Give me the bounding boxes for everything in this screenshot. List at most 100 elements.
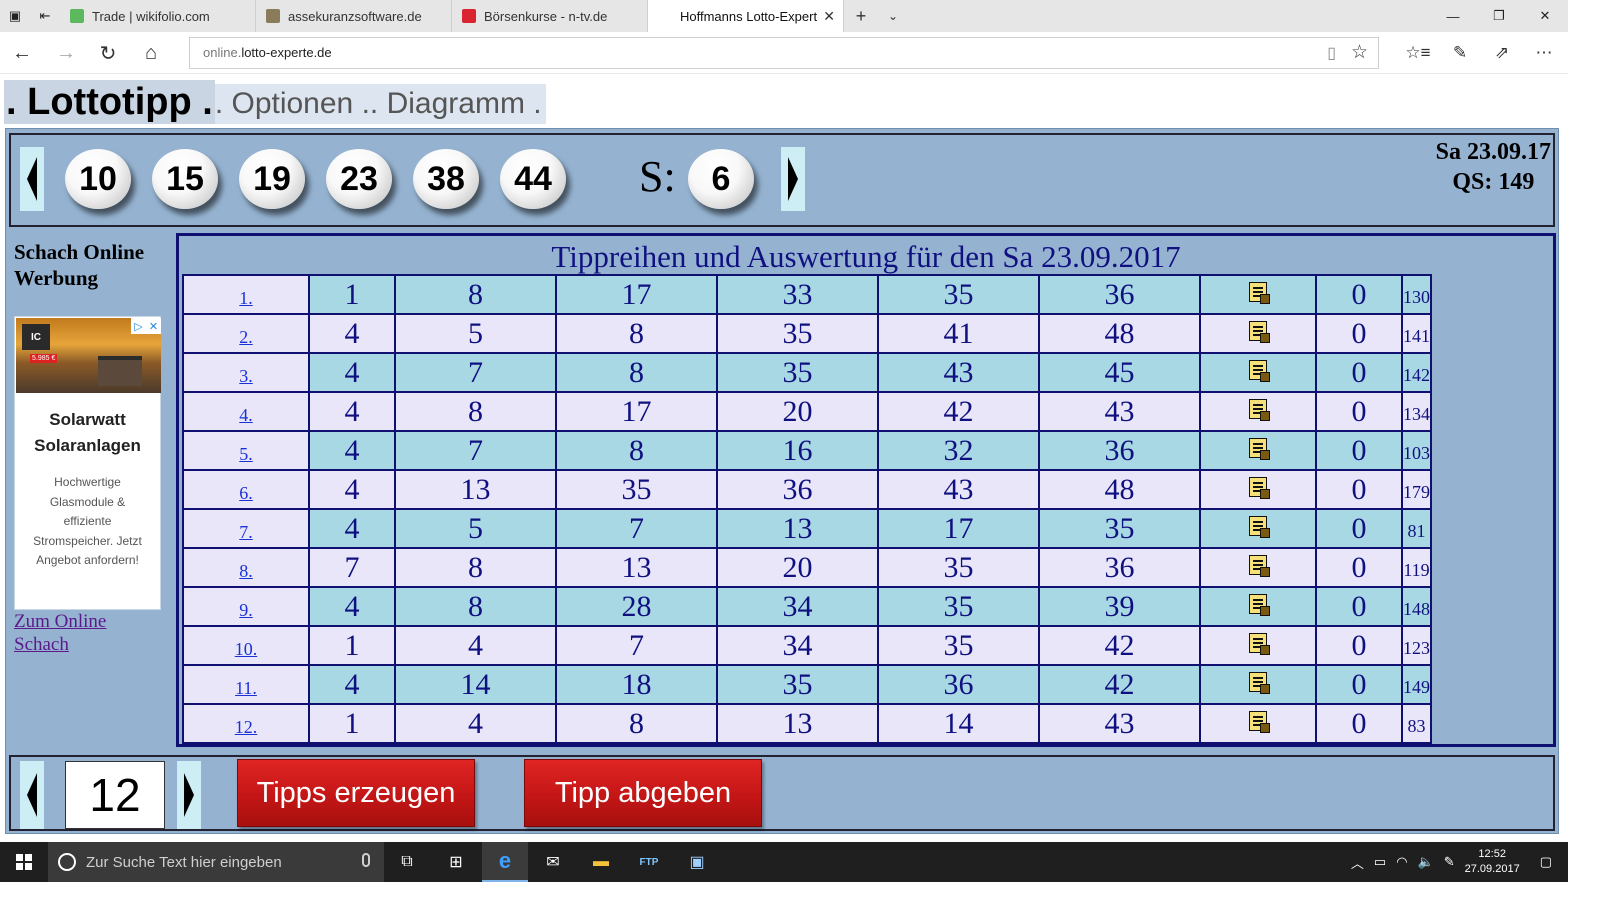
- task-view-icon[interactable]: ⧉: [384, 842, 430, 882]
- ftp-client-icon[interactable]: FTP: [626, 842, 672, 882]
- edge-browser-icon[interactable]: e: [482, 842, 528, 882]
- tab-label: assekuranzsoftware.de: [288, 8, 422, 24]
- favorite-star-icon[interactable]: ☆: [1351, 41, 1368, 64]
- decrease-count-button[interactable]: [20, 761, 44, 829]
- document-icon[interactable]: [1249, 633, 1270, 655]
- document-icon[interactable]: [1249, 399, 1270, 421]
- web-note-icon[interactable]: ✎: [1440, 32, 1480, 74]
- tip-number: 20: [716, 391, 879, 432]
- tip-index-link[interactable]: 2.: [239, 327, 253, 347]
- tip-number: 36: [1038, 274, 1201, 315]
- ad-close-icon[interactable]: ✕: [146, 318, 161, 334]
- start-button[interactable]: [0, 842, 48, 882]
- battery-icon[interactable]: ▭: [1374, 854, 1386, 870]
- document-icon[interactable]: [1249, 711, 1270, 733]
- menu-options-diagram[interactable]: . Optionen .. Diagramm .: [214, 84, 546, 124]
- tip-index-cell: 9.: [182, 586, 310, 627]
- clock-time: 12:52: [1478, 848, 1506, 860]
- online-chess-link[interactable]: Zum Online Schach: [14, 610, 154, 656]
- menu-lottotipp[interactable]: . Lottotipp .: [4, 80, 215, 124]
- document-icon[interactable]: [1249, 321, 1270, 343]
- browser-tab[interactable]: Trade | wikifolio.com: [60, 0, 256, 32]
- pen-icon[interactable]: ✎: [1444, 854, 1455, 870]
- browser-tab[interactable]: Börsenkurse - n-tv.de: [452, 0, 648, 32]
- submit-tip-button[interactable]: Tipp abgeben: [524, 759, 762, 827]
- adchoices-icon[interactable]: ▷: [131, 318, 146, 334]
- generate-tips-button[interactable]: Tipps erzeugen: [237, 759, 475, 827]
- close-window-icon[interactable]: ✕: [1522, 0, 1568, 32]
- tip-count-field[interactable]: 12: [65, 761, 165, 829]
- tab-list: Trade | wikifolio.com assekuranzsoftware.…: [60, 0, 844, 32]
- tip-index-link[interactable]: 12.: [235, 717, 258, 737]
- forward-icon[interactable]: →: [46, 32, 86, 74]
- ad-title[interactable]: Solarwatt Solaranlagen: [15, 407, 160, 459]
- taskbar-search[interactable]: Zur Suche Text hier eingeben: [48, 842, 384, 882]
- clock[interactable]: 12:52 27.09.2017: [1465, 847, 1520, 877]
- set-aside-tabs-icon[interactable]: ⇤: [30, 0, 60, 32]
- tab-actions-icon[interactable]: ▣: [0, 0, 30, 32]
- browser-tab[interactable]: Hoffmanns Lotto-Expert ✕: [648, 0, 844, 32]
- ad-house-graphic: [98, 356, 142, 386]
- browser-tab[interactable]: assekuranzsoftware.de: [256, 0, 452, 32]
- volume-icon[interactable]: 🔈: [1418, 854, 1434, 870]
- notification-center-icon[interactable]: ▢: [1540, 854, 1552, 870]
- tip-number: 1: [308, 703, 396, 744]
- tip-index-link[interactable]: 3.: [239, 366, 253, 386]
- tip-number: 36: [716, 469, 879, 510]
- microphone-icon[interactable]: [362, 853, 370, 867]
- maximize-icon[interactable]: ❐: [1476, 0, 1522, 32]
- mail-icon[interactable]: ✉: [530, 842, 576, 882]
- next-draw-button[interactable]: [781, 147, 805, 211]
- show-hidden-icons[interactable]: ︿: [1351, 853, 1364, 872]
- share-icon[interactable]: ⇗: [1482, 32, 1522, 74]
- tip-detail-cell: [1199, 547, 1317, 588]
- document-icon[interactable]: [1249, 477, 1270, 499]
- document-icon[interactable]: [1249, 438, 1270, 460]
- tip-index-link[interactable]: 11.: [235, 678, 257, 698]
- draw-ball: 15: [152, 149, 218, 209]
- reading-view-icon[interactable]: ▯: [1327, 43, 1336, 63]
- store-icon[interactable]: ⊞: [433, 842, 479, 882]
- tip-index-link[interactable]: 6.: [239, 483, 253, 503]
- document-icon[interactable]: [1249, 672, 1270, 694]
- document-icon[interactable]: [1249, 555, 1270, 577]
- file-explorer-icon[interactable]: ▬: [578, 842, 624, 882]
- tab-close-icon[interactable]: ✕: [823, 8, 835, 25]
- tab-favicon-icon: [462, 9, 476, 23]
- tip-index-link[interactable]: 7.: [239, 522, 253, 542]
- wifi-icon[interactable]: ◠: [1396, 854, 1407, 870]
- new-tab-button[interactable]: +: [844, 0, 878, 32]
- tip-number: 14: [877, 703, 1040, 744]
- address-bar[interactable]: online.lotto-experte.de ▯ ☆: [189, 37, 1379, 69]
- back-icon[interactable]: ←: [2, 32, 42, 74]
- document-icon[interactable]: [1249, 516, 1270, 538]
- tip-index-link[interactable]: 1.: [239, 288, 253, 308]
- minimize-icon[interactable]: —: [1430, 0, 1476, 32]
- tab-preview-icon[interactable]: ⌄: [878, 0, 908, 32]
- tip-row: 3. 4 7 8 35 43 45 0 142: [182, 352, 1432, 393]
- ad-image[interactable]: IC 5.985 € ▷ ✕: [16, 318, 161, 393]
- tip-index-link[interactable]: 8.: [239, 561, 253, 581]
- tip-index-link[interactable]: 9.: [239, 600, 253, 620]
- prev-draw-button[interactable]: [20, 147, 44, 211]
- tip-index-link[interactable]: 4.: [239, 405, 253, 425]
- favorites-hub-icon[interactable]: ☆≡: [1398, 32, 1438, 74]
- increase-count-button[interactable]: [177, 761, 201, 829]
- tip-number: 8: [555, 430, 718, 471]
- document-icon[interactable]: [1249, 360, 1270, 382]
- ad-banner[interactable]: IC 5.985 € ▷ ✕ Solarwatt Solaranlagen Ho…: [14, 316, 161, 610]
- network-app-icon[interactable]: ▣: [674, 842, 720, 882]
- url-text: online.lotto-experte.de: [203, 45, 332, 60]
- tip-detail-cell: [1199, 430, 1317, 471]
- document-icon[interactable]: [1249, 594, 1270, 616]
- document-icon[interactable]: [1249, 282, 1270, 304]
- more-menu-icon[interactable]: ⋯: [1524, 32, 1564, 74]
- tip-index-link[interactable]: 10.: [235, 639, 258, 659]
- arrow-right-icon: [788, 157, 798, 201]
- tip-detail-cell: [1199, 703, 1317, 744]
- tip-index-link[interactable]: 5.: [239, 444, 253, 464]
- refresh-icon[interactable]: ↻: [88, 32, 128, 74]
- home-icon[interactable]: ⌂: [131, 32, 171, 74]
- draw-ball: 10: [65, 149, 131, 209]
- tip-row: 11. 4 14 18 35 36 42 0 149: [182, 664, 1432, 705]
